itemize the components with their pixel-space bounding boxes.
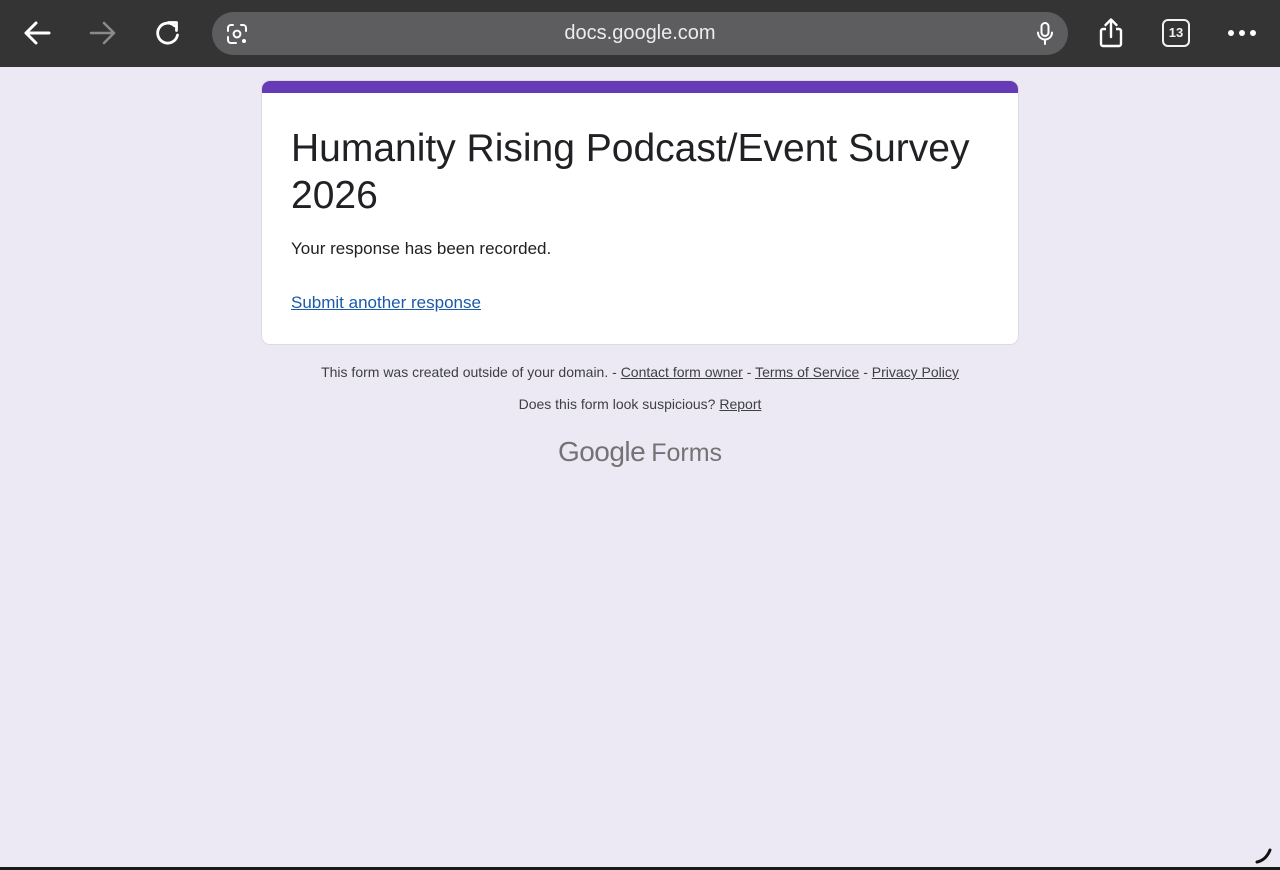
contact-form-owner-link[interactable]: Contact form owner [621,364,743,380]
tab-switcher-button[interactable]: 13 [1162,19,1190,47]
arrow-right-icon [88,20,118,46]
privacy-policy-link[interactable]: Privacy Policy [872,364,959,380]
domain-notice: This form was created outside of your do… [321,364,609,380]
reload-icon [153,18,183,48]
address-bar[interactable]: docs.google.com [212,12,1068,55]
terms-of-service-link[interactable]: Terms of Service [755,364,859,380]
logo-forms-text: Forms [651,439,723,467]
separator: - [742,364,756,380]
more-menu-button[interactable] [1224,20,1260,46]
confirmation-card: Humanity Rising Podcast/Event Survey 202… [261,80,1019,345]
more-dots-icon [1227,29,1257,37]
share-button[interactable] [1094,15,1128,51]
separator: - [859,364,872,380]
arrow-left-icon [22,20,52,46]
card-accent-bar [262,81,1018,93]
back-button[interactable] [20,17,54,49]
logo-google-text: Google [557,436,646,467]
tab-count: 13 [1168,25,1184,40]
form-title: Humanity Rising Podcast/Event Survey 202… [291,127,970,217]
share-icon [1097,17,1125,49]
url-text[interactable]: docs.google.com [212,12,1068,55]
voice-search-button[interactable] [1032,21,1058,47]
footer-disclaimer: This form was created outside of your do… [0,364,1280,380]
separator: - [608,364,621,380]
report-link[interactable]: Report [719,396,761,412]
forward-button[interactable] [86,17,120,49]
submit-another-response-link[interactable]: Submit another response [291,293,481,313]
browser-toolbar: docs.google.com 13 [0,0,1280,67]
suspicious-question: Does this form look suspicious? [518,396,716,412]
microphone-icon [1035,21,1055,47]
confirmation-message: Your response has been recorded. [291,239,552,258]
google-forms-logo: Google Forms [0,436,1280,468]
reload-button[interactable] [151,16,185,50]
footer-report: Does this form look suspicious? Report [0,396,1280,412]
